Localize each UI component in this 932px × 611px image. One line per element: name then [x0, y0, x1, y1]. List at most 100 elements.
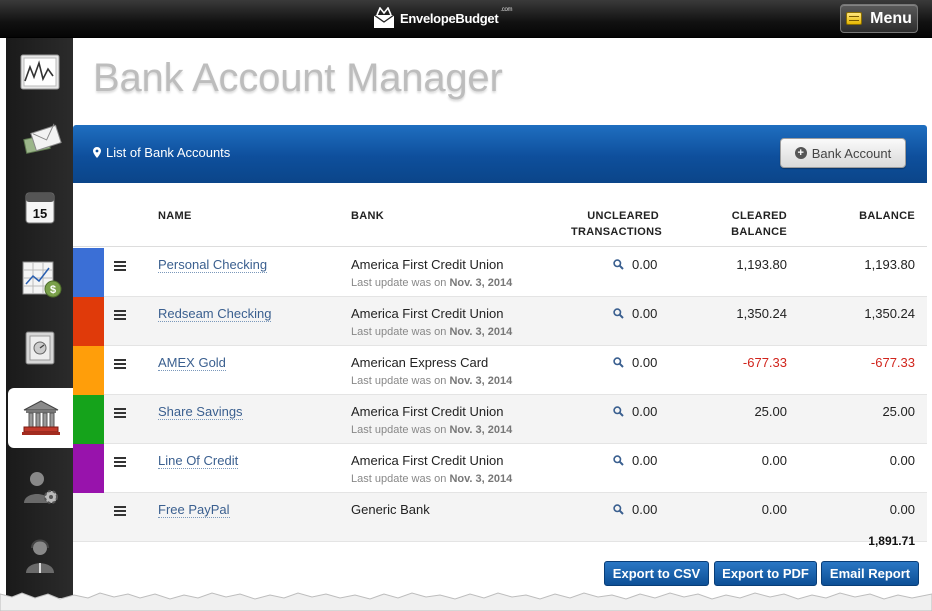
brand-name: EnvelopeBudget — [400, 10, 499, 26]
uncleared-transactions: 0.00 — [613, 404, 659, 419]
account-balance: 1,350.24 — [864, 306, 915, 321]
table-row: Free PayPal Generic Bank 0.00 0.00 0.00 — [73, 493, 927, 542]
last-update-prefix: Last update was on — [351, 375, 447, 387]
chart-icon — [20, 54, 59, 90]
last-update-date: Nov. 3, 2014 — [449, 424, 513, 436]
bank-name: Generic Bank — [351, 502, 430, 517]
account-name-link[interactable]: Redseam Checking — [158, 306, 272, 322]
page-title: Bank Account Manager — [93, 56, 503, 100]
column-header-name[interactable]: NAME — [158, 208, 192, 224]
bank-name: America First Credit Union — [351, 306, 504, 321]
column-header-cleared-line1: CLEARED — [731, 210, 787, 222]
search-icon[interactable] — [613, 308, 624, 319]
uncleared-transactions: 0.00 — [613, 306, 659, 321]
menu-button[interactable]: Menu — [840, 4, 918, 33]
bank-name: America First Credit Union — [351, 404, 504, 419]
account-balance: -677.33 — [870, 355, 915, 370]
sidebar-item-bank-accounts[interactable] — [8, 388, 74, 448]
cleared-balance: 25.00 — [754, 404, 787, 419]
last-update-text: Last update was on Nov. 3, 2014 — [351, 473, 512, 485]
uncleared-amount: 0.00 — [632, 306, 658, 321]
panel-header: List of Bank Accounts + Bank Account — [73, 125, 927, 183]
sidebar: 15 $ — [6, 38, 74, 598]
account-balance: 25.00 — [882, 404, 915, 419]
calendar-day: 15 — [32, 206, 46, 221]
table-row: Share Savings America First Credit Union L… — [73, 395, 927, 444]
bank-name: America First Credit Union — [351, 257, 504, 272]
export-csv-button[interactable]: Export to CSV — [604, 561, 709, 586]
bank-name: American Express Card — [351, 355, 489, 370]
search-icon[interactable] — [613, 357, 624, 368]
envelope-logo-icon — [373, 7, 395, 28]
table-row: Line Of Credit America First Credit Union… — [73, 444, 927, 493]
sidebar-item-support[interactable] — [6, 526, 73, 586]
account-color-swatch — [73, 444, 104, 493]
sidebar-item-calendar[interactable]: 15 — [6, 178, 73, 238]
email-report-button[interactable]: Email Report — [821, 561, 919, 586]
table-row: Personal Checking America First Credit Un… — [73, 248, 927, 297]
table-row: AMEX Gold American Express Card Last updat… — [73, 346, 927, 395]
last-update-text: Last update was on Nov. 3, 2014 — [351, 375, 512, 387]
sidebar-item-budget[interactable]: $ — [6, 248, 73, 308]
brand-suffix: .com — [500, 7, 513, 13]
account-color-swatch — [73, 248, 104, 297]
drag-handle-icon[interactable] — [114, 506, 126, 516]
sidebar-item-user-settings[interactable] — [6, 458, 73, 518]
drag-handle-icon[interactable] — [114, 408, 126, 418]
last-update-text: Last update was on Nov. 3, 2014 — [351, 277, 512, 289]
search-icon[interactable] — [613, 406, 624, 417]
column-header-uncleared-line2: TRANSACTIONS — [571, 226, 662, 238]
last-update-date: Nov. 3, 2014 — [449, 473, 513, 485]
last-update-prefix: Last update was on — [351, 277, 447, 289]
panel-title-text: List of Bank Accounts — [106, 145, 231, 160]
account-balance: 0.00 — [889, 502, 915, 517]
cleared-balance: 1,350.24 — [736, 306, 787, 321]
last-update-prefix: Last update was on — [351, 326, 447, 338]
column-header-uncleared[interactable]: UNCLEARED TRANSACTIONS — [571, 208, 662, 240]
drag-handle-icon[interactable] — [114, 261, 126, 271]
column-header-uncleared-line1: UNCLEARED — [587, 210, 659, 222]
search-icon[interactable] — [613, 455, 624, 466]
drag-handle-icon[interactable] — [114, 310, 126, 320]
account-name-link[interactable]: Free PayPal — [158, 502, 230, 518]
account-name-link[interactable]: Personal Checking — [158, 257, 268, 273]
account-name-link[interactable]: Line Of Credit — [158, 453, 239, 469]
uncleared-transactions: 0.00 — [613, 257, 659, 272]
column-header-balance[interactable]: BALANCE — [859, 208, 915, 224]
table-header: NAME BANK UNCLEARED TRANSACTIONS CLEARED… — [73, 183, 927, 247]
last-update-date: Nov. 3, 2014 — [449, 375, 513, 387]
sidebar-item-reports[interactable] — [6, 42, 73, 102]
search-icon[interactable] — [613, 259, 624, 270]
panel-title: List of Bank Accounts — [93, 145, 230, 160]
table-row: Redseam Checking America First Credit Uni… — [73, 297, 927, 346]
map-pin-icon — [93, 147, 101, 158]
top-bar: EnvelopeBudget .com Menu — [0, 0, 932, 38]
menu-icon — [846, 12, 863, 25]
calendar-icon: 15 — [25, 192, 54, 224]
last-update-text: Last update was on Nov. 3, 2014 — [351, 326, 512, 338]
add-bank-account-button[interactable]: + Bank Account — [780, 138, 906, 168]
account-name-link[interactable]: AMEX Gold — [158, 355, 226, 371]
brand-logo[interactable]: EnvelopeBudget .com — [372, 5, 514, 31]
uncleared-amount: 0.00 — [632, 453, 658, 468]
last-update-date: Nov. 3, 2014 — [449, 277, 513, 289]
column-header-cleared-balance[interactable]: CLEARED BALANCE — [703, 208, 787, 240]
column-header-bank[interactable]: BANK — [351, 208, 384, 224]
drag-handle-icon[interactable] — [114, 359, 126, 369]
sidebar-item-vault[interactable] — [6, 318, 73, 378]
search-icon[interactable] — [613, 504, 624, 515]
drag-handle-icon[interactable] — [114, 457, 126, 467]
account-name-link[interactable]: Share Savings — [158, 404, 243, 420]
add-bank-account-label: Bank Account — [811, 145, 892, 161]
last-update-text: Last update was on Nov. 3, 2014 — [351, 424, 512, 436]
spreadsheet-dollar-icon: $ — [22, 261, 61, 298]
export-pdf-button[interactable]: Export to PDF — [714, 561, 817, 586]
bank-icon — [22, 400, 60, 435]
column-header-cleared-line2: BALANCE — [731, 226, 787, 238]
sidebar-item-envelopes[interactable] — [6, 110, 73, 170]
cleared-balance: 0.00 — [761, 453, 787, 468]
safe-icon — [25, 331, 54, 365]
total-balance: 1,891.71 — [868, 534, 915, 548]
uncleared-transactions: 0.00 — [613, 502, 659, 517]
cleared-balance: 1,193.80 — [736, 257, 787, 272]
